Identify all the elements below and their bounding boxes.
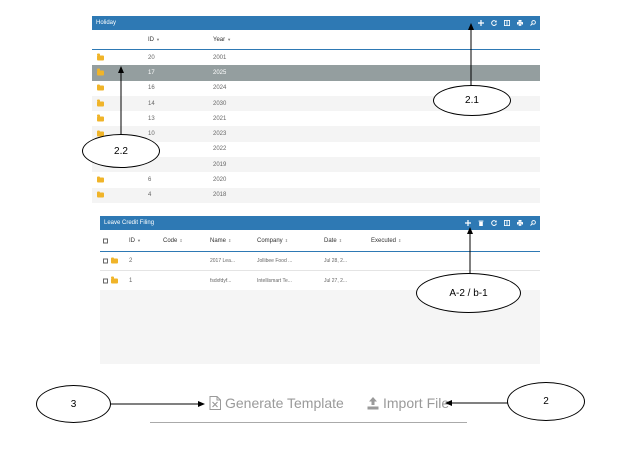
folder-icon xyxy=(97,114,104,122)
cell-year: 2022 xyxy=(213,146,227,153)
holiday-title: Holiday xyxy=(96,20,117,26)
table-row[interactable]: 20 2001 xyxy=(92,50,540,65)
import-file-button[interactable]: Import File xyxy=(367,395,449,411)
cell-year: 2021 xyxy=(213,115,227,122)
column-company[interactable]: Company ⇕ xyxy=(257,238,288,244)
row-checkbox[interactable] xyxy=(103,278,108,283)
generate-template-label: Generate Template xyxy=(225,395,344,411)
select-all-checkbox[interactable] xyxy=(103,238,108,243)
bottom-divider xyxy=(150,422,467,423)
columns-icon[interactable] xyxy=(504,20,510,26)
holiday-column-header: ID ▼ Year ▼ xyxy=(92,30,540,50)
cell-year: 2019 xyxy=(213,161,227,168)
cell-id: 16 xyxy=(148,85,155,92)
cell-id: 17 xyxy=(148,69,155,76)
table-row[interactable]: 6 2020 xyxy=(92,172,540,187)
cell-year: 2023 xyxy=(213,131,227,138)
leave-credit-header: Leave Credit Filing xyxy=(100,216,540,230)
refresh-icon[interactable] xyxy=(491,220,497,226)
folder-icon xyxy=(97,84,104,91)
cell-year: 2001 xyxy=(213,54,227,61)
annotation-3: 3 xyxy=(36,385,111,423)
excel-file-icon xyxy=(209,396,221,410)
cell-date: Jul 28, 2... xyxy=(324,258,348,264)
annotation-2-1: 2.1 xyxy=(433,85,511,116)
folder-icon xyxy=(111,276,118,283)
cell-year: 2018 xyxy=(213,192,227,199)
annotation-2-2: 2.2 xyxy=(82,134,160,168)
folder-icon xyxy=(97,53,104,61)
folder-icon xyxy=(111,257,118,264)
column-year[interactable]: Year ▼ xyxy=(213,37,231,43)
column-executed[interactable]: Executed ⇕ xyxy=(371,238,401,244)
leave-credit-toolbar xyxy=(465,216,536,230)
import-file-label: Import File xyxy=(383,395,450,411)
table-row[interactable]: 2 2017 Lea... Jollibee Food ... Jul 28, … xyxy=(100,252,540,271)
cell-company: Intellismart Te... xyxy=(257,277,292,284)
cell-year: 2025 xyxy=(213,69,227,76)
table-row-selected[interactable]: 17 2025 xyxy=(92,65,540,81)
annotation-a-2-b-1: A-2 / b-1 xyxy=(416,273,521,313)
column-id[interactable]: ID ▼ xyxy=(148,37,160,43)
cell-id: 13 xyxy=(148,115,155,122)
cell-id: 10 xyxy=(148,131,155,138)
cell-company: Jollibee Food ... xyxy=(257,258,293,264)
table-row[interactable]: 2019 xyxy=(92,157,540,173)
column-id[interactable]: ID ▼ xyxy=(129,238,141,244)
cell-id: 14 xyxy=(148,100,155,107)
search-icon[interactable] xyxy=(530,20,536,26)
print-icon[interactable] xyxy=(517,220,523,226)
folder-icon xyxy=(97,68,104,76)
cell-name: fsdxfdyf... xyxy=(210,277,232,284)
print-icon[interactable] xyxy=(517,20,523,26)
cell-year: 2024 xyxy=(213,85,227,92)
table-row[interactable]: 4 2018 xyxy=(92,187,540,203)
folder-icon xyxy=(97,176,104,183)
annotation-2: 2 xyxy=(507,382,585,421)
holiday-header: Holiday xyxy=(92,16,540,30)
cell-id: 4 xyxy=(148,192,152,199)
leave-credit-title: Leave Credit Filing xyxy=(104,220,155,226)
plus-icon[interactable] xyxy=(465,220,471,226)
cell-date: Jul 27, 2... xyxy=(324,277,348,284)
leave-column-header: ID ▼ Code ⇕ Name ⇕ Company ⇕ Date ⇕ Executed ⇕ xyxy=(100,230,540,252)
row-checkbox[interactable] xyxy=(103,258,108,264)
cell-year: 2020 xyxy=(213,177,227,184)
column-code[interactable]: Code ⇕ xyxy=(163,238,183,244)
cell-name: 2017 Lea... xyxy=(210,258,236,264)
refresh-icon[interactable] xyxy=(491,20,497,26)
cell-id: 6 xyxy=(148,177,152,184)
cell-id: 20 xyxy=(148,54,155,61)
column-name[interactable]: Name ⇕ xyxy=(210,238,231,244)
trash-icon[interactable] xyxy=(478,220,484,226)
plus-icon[interactable] xyxy=(478,20,484,26)
folder-icon xyxy=(97,99,104,107)
upload-icon xyxy=(367,397,379,410)
search-icon[interactable] xyxy=(530,220,536,226)
holiday-toolbar xyxy=(478,16,536,30)
generate-template-button[interactable]: Generate Template xyxy=(209,395,344,411)
table-row[interactable]: 10 2023 xyxy=(92,126,540,142)
columns-icon[interactable] xyxy=(504,220,510,226)
holiday-table-body: 20 2001 17 2025 16 2024 14 2030 13 2021 10 202… xyxy=(92,50,540,203)
cell-id: 2 xyxy=(129,258,133,264)
cell-year: 2030 xyxy=(213,100,227,107)
column-date[interactable]: Date ⇕ xyxy=(324,238,342,244)
folder-icon xyxy=(97,191,104,198)
cell-id: 1 xyxy=(129,277,133,284)
